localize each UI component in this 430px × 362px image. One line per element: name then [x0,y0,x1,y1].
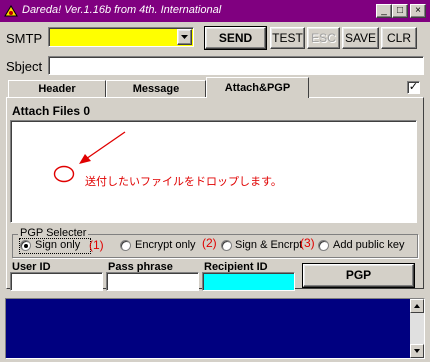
tab-attach-pgp[interactable]: Attach&PGP [206,77,309,98]
smtp-dropdown-button[interactable] [177,29,192,45]
window-title: Dareda! Ver.1.16b from 4th. Internationa… [22,4,222,16]
encrypt-only-note: (2) [202,236,217,250]
scroll-down-icon [414,349,420,353]
tab-checkbox[interactable]: ✓ [407,81,420,94]
minimize-icon: _ [381,5,387,16]
save-button[interactable]: SAVE [342,27,379,49]
pgp-button-frame: PGP [302,263,415,288]
clear-button[interactable]: CLR [381,27,417,49]
close-icon: × [415,5,421,16]
test-button[interactable]: TEST [270,27,305,49]
scroll-down-button[interactable] [410,344,424,358]
scroll-up-icon [414,304,420,308]
sign-only-radio[interactable] [20,240,31,251]
minimize-button[interactable]: _ [376,4,392,18]
maximize-icon: □ [396,5,404,16]
add-public-key-label: Add public key [333,239,405,251]
smtp-select[interactable] [48,27,194,47]
sign-only-label: Sign only [35,239,81,251]
smtp-label: SMTP [6,31,43,46]
pgp-option-sign-encrypt[interactable]: Sign & Encrpt [221,239,309,253]
pgp-button[interactable]: PGP [303,264,414,287]
sign-encrypt-radio[interactable] [221,240,232,251]
sign-encrypt-label: Sign & Encrpt [235,239,303,251]
maximize-button[interactable]: □ [392,4,408,18]
pass-phrase-input[interactable] [106,272,199,291]
title-bar[interactable]: Dareda! Ver.1.16b from 4th. Internationa… [0,0,430,22]
encrypt-only-label: Encrypt only [135,239,196,251]
attach-files-heading: Attach Files 0 [12,104,91,118]
log-scrollbar[interactable] [410,299,424,358]
close-button[interactable]: × [410,4,426,18]
subject-label: Sbject [6,59,43,74]
user-id-input[interactable] [10,272,103,291]
drop-annotation-text: 送付したいファイルをドロップします。 [85,176,282,188]
pgp-option-sign-only[interactable]: Sign only [19,238,91,254]
app-icon[interactable] [4,4,18,18]
sign-only-note: (1) [89,238,104,252]
esc-button[interactable]: ESC [307,27,340,49]
send-button-frame: SEND [204,26,267,50]
chevron-down-icon [181,35,188,39]
attach-drop-area[interactable]: 送付したいファイルをドロップします。 [10,120,417,223]
drop-annotation-arrow-icon [53,131,126,183]
tab-header[interactable]: Header [8,80,106,98]
encrypt-only-radio[interactable] [120,240,131,251]
pgp-selecter-label: PGP Selecter [18,227,89,239]
sign-encrypt-note: (3) [300,236,315,250]
pgp-option-add-public-key[interactable]: Add public key [318,239,414,253]
log-area[interactable] [5,298,425,359]
send-button[interactable]: SEND [205,27,266,49]
scroll-up-button[interactable] [410,299,424,313]
recipient-id-input[interactable] [202,272,295,291]
subject-input[interactable] [48,56,424,75]
add-public-key-radio[interactable] [318,240,329,251]
pgp-option-encrypt-only[interactable]: Encrypt only [120,239,202,253]
tab-message[interactable]: Message [106,80,206,98]
